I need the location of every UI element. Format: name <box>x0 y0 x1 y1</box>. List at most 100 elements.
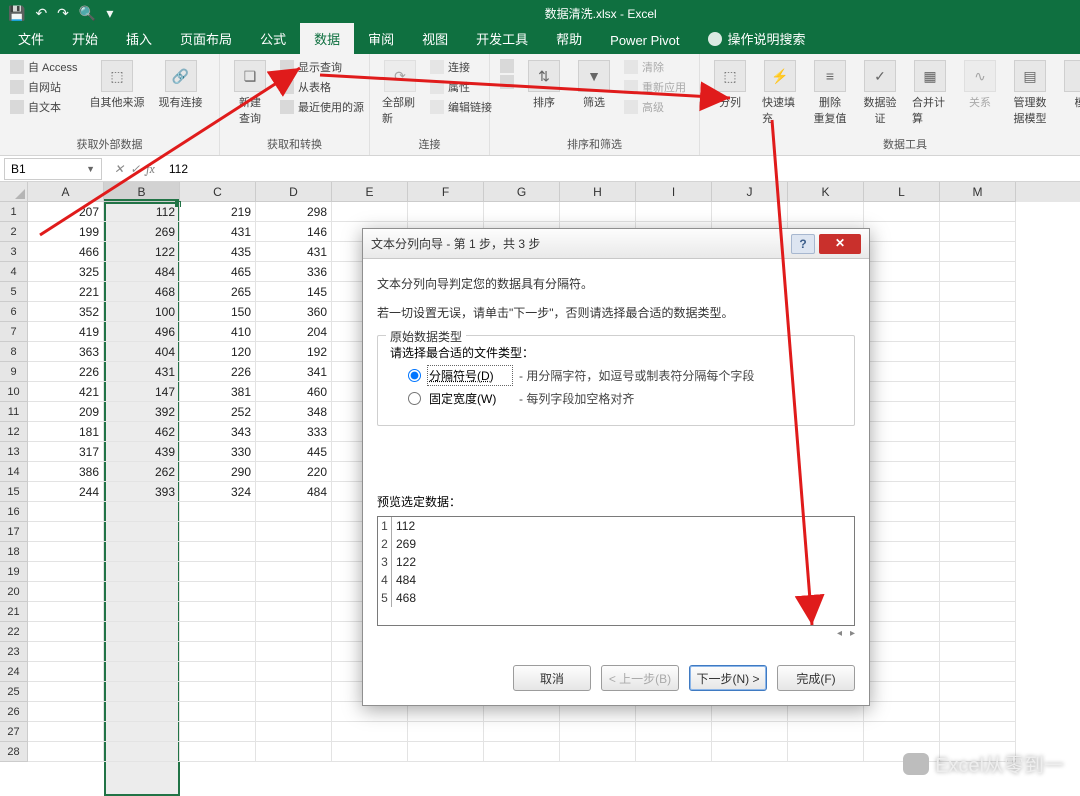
cell[interactable] <box>864 242 940 262</box>
cell[interactable] <box>864 682 940 702</box>
cell[interactable] <box>864 602 940 622</box>
cell[interactable] <box>864 482 940 502</box>
tab-pagelayout[interactable]: 页面布局 <box>166 23 246 54</box>
row-header[interactable]: 22 <box>0 622 28 642</box>
cell[interactable] <box>864 582 940 602</box>
cell[interactable]: 262 <box>104 462 180 482</box>
row-header[interactable]: 21 <box>0 602 28 622</box>
cell[interactable] <box>940 202 1016 222</box>
cell[interactable]: 150 <box>180 302 256 322</box>
cell[interactable] <box>408 742 484 762</box>
cell[interactable] <box>28 602 104 622</box>
cell[interactable] <box>256 682 332 702</box>
fx-icon[interactable]: fx <box>146 162 155 176</box>
cell[interactable]: 386 <box>28 462 104 482</box>
cell[interactable] <box>864 402 940 422</box>
cell[interactable] <box>940 222 1016 242</box>
cell[interactable] <box>864 462 940 482</box>
column-header[interactable]: I <box>636 182 712 202</box>
cell[interactable]: 468 <box>104 282 180 302</box>
cell[interactable] <box>864 382 940 402</box>
cell[interactable] <box>256 502 332 522</box>
cell[interactable] <box>28 522 104 542</box>
cell[interactable] <box>940 702 1016 722</box>
cell[interactable] <box>28 622 104 642</box>
back-button[interactable]: < 上一步(B) <box>601 665 679 691</box>
cell[interactable] <box>104 542 180 562</box>
cell[interactable]: 421 <box>28 382 104 402</box>
cell[interactable] <box>788 742 864 762</box>
cell[interactable] <box>940 562 1016 582</box>
cell[interactable]: 431 <box>180 222 256 242</box>
cell[interactable] <box>28 702 104 722</box>
cell[interactable] <box>104 622 180 642</box>
fixed-width-label[interactable]: 固定宽度(W) <box>429 390 511 407</box>
cell[interactable] <box>940 482 1016 502</box>
cell[interactable] <box>28 722 104 742</box>
tab-help[interactable]: 帮助 <box>542 23 596 54</box>
finish-button[interactable]: 完成(F) <box>777 665 855 691</box>
cell[interactable]: 325 <box>28 262 104 282</box>
row-header[interactable]: 8 <box>0 342 28 362</box>
cell[interactable]: 226 <box>180 362 256 382</box>
cell[interactable] <box>864 642 940 662</box>
cell[interactable] <box>712 742 788 762</box>
cell[interactable]: 269 <box>104 222 180 242</box>
row-header[interactable]: 4 <box>0 262 28 282</box>
cell[interactable] <box>864 722 940 742</box>
cell[interactable] <box>636 722 712 742</box>
cell[interactable]: 147 <box>104 382 180 402</box>
cell[interactable] <box>940 242 1016 262</box>
row-header[interactable]: 1 <box>0 202 28 222</box>
cell[interactable] <box>104 642 180 662</box>
reapply-button[interactable]: 重新应用 <box>622 78 688 96</box>
tab-developer[interactable]: 开发工具 <box>462 23 542 54</box>
qat-more-icon[interactable]: ▾ <box>106 5 113 22</box>
cell[interactable] <box>332 202 408 222</box>
cell[interactable]: 112 <box>104 202 180 222</box>
column-header[interactable]: B <box>104 182 180 202</box>
cell[interactable]: 352 <box>28 302 104 322</box>
cell[interactable] <box>28 502 104 522</box>
column-header[interactable]: F <box>408 182 484 202</box>
cell[interactable] <box>180 602 256 622</box>
row-header[interactable]: 3 <box>0 242 28 262</box>
cell[interactable] <box>940 442 1016 462</box>
cell[interactable] <box>256 602 332 622</box>
cell[interactable] <box>560 202 636 222</box>
cell[interactable]: 244 <box>28 482 104 502</box>
chevron-down-icon[interactable]: ▼ <box>86 164 95 174</box>
cell[interactable]: 336 <box>256 262 332 282</box>
sort-az-button[interactable] <box>498 58 516 74</box>
relationships-button[interactable]: ∿关系 <box>958 58 1002 112</box>
column-header[interactable]: C <box>180 182 256 202</box>
existing-connections-button[interactable]: 🔗现有连接 <box>155 58 207 112</box>
cell[interactable] <box>104 742 180 762</box>
print-preview-icon[interactable]: 🔍 <box>79 5 96 22</box>
connections-button[interactable]: 连接 <box>428 58 494 76</box>
from-access-button[interactable]: 自 Access <box>8 58 80 76</box>
cell[interactable] <box>940 282 1016 302</box>
cell[interactable] <box>180 502 256 522</box>
data-validation-button[interactable]: ✓数据验 证 <box>858 58 902 128</box>
cell[interactable] <box>940 342 1016 362</box>
cell[interactable]: 343 <box>180 422 256 442</box>
cell[interactable] <box>864 442 940 462</box>
undo-icon[interactable]: ↶ <box>35 5 47 22</box>
cell[interactable] <box>104 702 180 722</box>
cell[interactable] <box>940 662 1016 682</box>
cell[interactable] <box>864 302 940 322</box>
cell[interactable] <box>28 742 104 762</box>
cell[interactable]: 221 <box>28 282 104 302</box>
cell[interactable]: 265 <box>180 282 256 302</box>
cell[interactable] <box>28 662 104 682</box>
cell[interactable] <box>104 502 180 522</box>
cell[interactable] <box>940 402 1016 422</box>
cell[interactable]: 252 <box>180 402 256 422</box>
show-queries-button[interactable]: 显示查询 <box>278 58 366 76</box>
cancel-icon[interactable]: ✕ <box>114 162 124 176</box>
cell[interactable] <box>940 542 1016 562</box>
scroll-right-icon[interactable]: ▸ <box>850 628 855 639</box>
cell[interactable]: 460 <box>256 382 332 402</box>
cell[interactable] <box>28 542 104 562</box>
